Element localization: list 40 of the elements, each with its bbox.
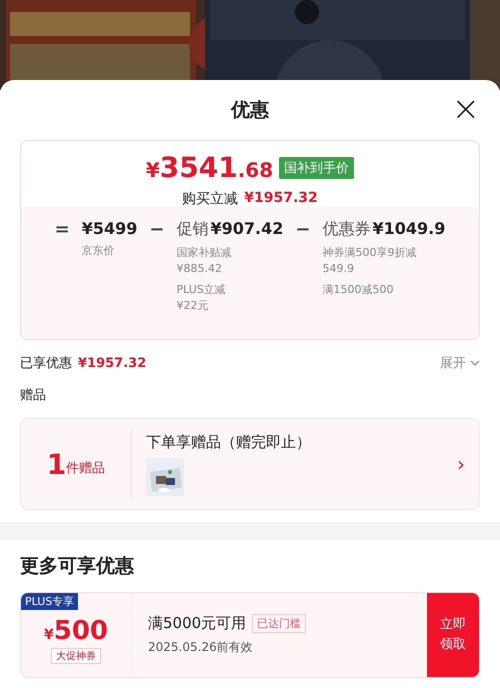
operator: − (295, 219, 310, 240)
breakdown-note: 神券满500享9折减 (322, 245, 418, 261)
claim-button[interactable]: 立即领取 (427, 593, 479, 677)
breakdown-amount: ¥1049.9 (372, 219, 446, 240)
chevron-icon (470, 360, 480, 366)
saving-label: 购买立减 (182, 190, 238, 208)
price-tag: 国补到手价 (279, 156, 354, 178)
operator: − (149, 219, 164, 240)
breakdown-note: ¥22元 (176, 298, 210, 314)
coupon-validity: 2025.05.26前有效 (148, 639, 254, 656)
saving-amount: ¥1957.32 (244, 190, 318, 208)
breakdown-amount: ¥907.42 (210, 219, 284, 240)
coupon-tag: 大促神券 (51, 648, 101, 664)
breakdown-note: PLUS立减 (176, 282, 227, 298)
gifts-heading: 赠品 (19, 387, 47, 405)
breakdown-note: 京东价 (82, 243, 116, 259)
expand-toggle[interactable]: 展开 (440, 354, 480, 372)
gift-unit: 件赠品 (66, 460, 106, 477)
threshold-tag: 已达门槛 (252, 614, 306, 633)
breakdown-label: 促销 (176, 219, 208, 240)
enjoyed-label: 已享优惠 (20, 355, 72, 372)
breakdown-note: ¥885.42 (176, 261, 223, 277)
sheet-title: 优惠 (231, 98, 269, 123)
final-price: ¥3541.68 (146, 151, 274, 184)
breakdown-amount: ¥5499 (82, 219, 138, 238)
plus-badge: PLUS专享 (21, 593, 78, 610)
operator: = (54, 219, 70, 240)
breakdown-label: 优惠券 (322, 219, 370, 240)
breakdown-note: 满1500减500 (322, 282, 394, 298)
gift-card[interactable]: 1件赠品 下单享赠品（赠完即止） › (20, 418, 480, 510)
enjoyed-amount: ¥1957.32 (78, 356, 146, 370)
coupon-amount: ¥500 (44, 616, 108, 646)
close-button[interactable]: × (448, 92, 484, 126)
gift-title: 下单享赠品（赠完即止） (146, 432, 312, 452)
breakdown-note: 549.9 (322, 261, 355, 277)
section-heading: 更多可享优惠 (19, 554, 135, 579)
chevron-right-icon: › (457, 452, 479, 476)
breakdown-note: 国家补贴减 (176, 245, 232, 261)
coupon-condition: 满5000元可用 (148, 614, 246, 633)
gift-count: 1 (46, 448, 66, 480)
